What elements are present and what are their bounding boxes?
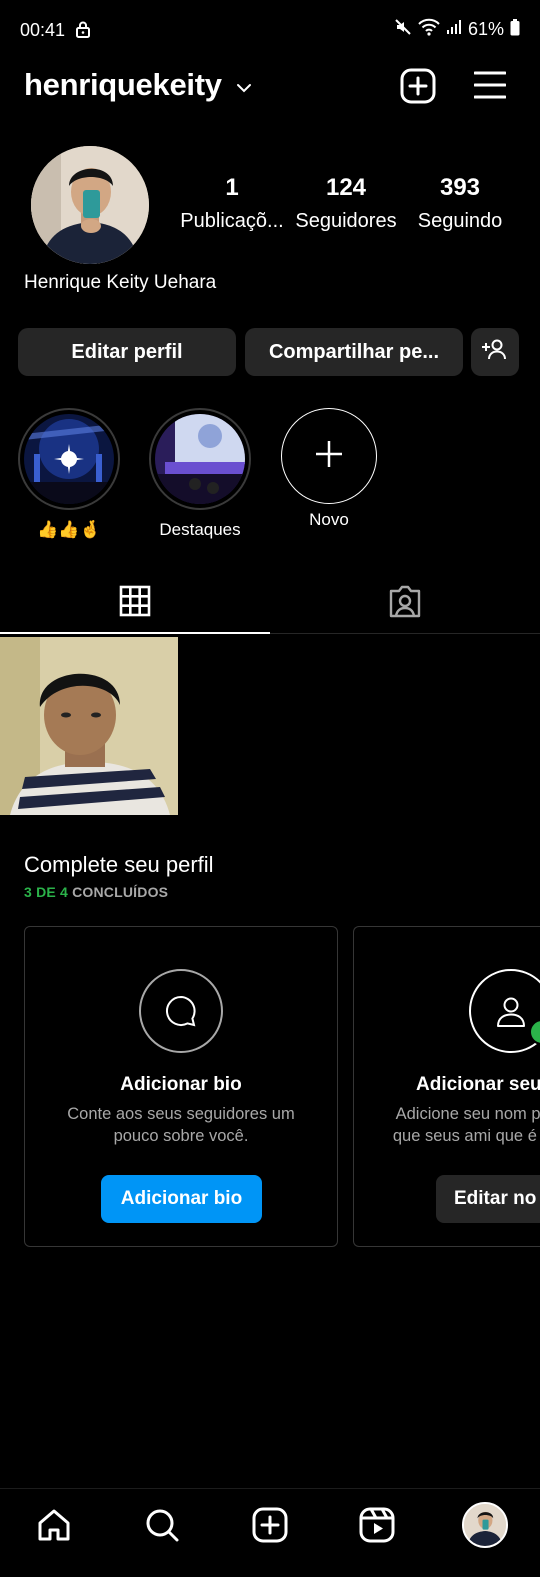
nav-profile-avatar[interactable] bbox=[462, 1502, 508, 1548]
highlight-ring bbox=[149, 408, 251, 510]
create-icon bbox=[252, 1507, 288, 1548]
complete-profile-progress: 3 DE 4 CONCLUÍDOS bbox=[24, 884, 168, 900]
new-highlight-circle bbox=[281, 408, 377, 504]
new-post-icon[interactable] bbox=[400, 68, 436, 109]
status-bar: 00:41 61% bbox=[0, 0, 540, 62]
add-person-icon bbox=[482, 338, 508, 366]
card-title: Adicionar seu bbox=[416, 1074, 540, 1095]
profile-avatar[interactable] bbox=[31, 146, 149, 264]
tab-tagged[interactable] bbox=[270, 572, 540, 634]
followers-count: 124 bbox=[325, 174, 367, 201]
new-highlight-button[interactable]: Novo bbox=[277, 408, 381, 530]
card-description: Adicione seu nom para que seus ami que é… bbox=[392, 1105, 540, 1145]
highlight-cover-stage bbox=[155, 414, 245, 504]
mute-icon bbox=[394, 18, 412, 41]
battery-text: 61% bbox=[467, 19, 504, 39]
active-tab-indicator bbox=[0, 632, 270, 634]
highlight-item[interactable]: Destaques bbox=[148, 408, 252, 540]
following-count: 393 bbox=[439, 174, 481, 201]
stat-following[interactable]: 393 Seguindo bbox=[414, 174, 506, 233]
highlight-label: Destaques bbox=[159, 520, 241, 539]
battery-icon bbox=[510, 18, 520, 41]
signal-icon bbox=[446, 19, 462, 40]
edit-name-button[interactable]: Editar no bbox=[436, 1175, 540, 1223]
profile-tabs bbox=[0, 572, 540, 634]
grid-icon bbox=[119, 585, 151, 622]
menu-icon[interactable] bbox=[473, 70, 507, 105]
tagged-person-icon bbox=[388, 584, 422, 623]
suggestion-card-bio: Adicionar bio Conte aos seus seguidores … bbox=[24, 926, 338, 1247]
progress-highlight: 3 DE 4 bbox=[24, 884, 68, 900]
nav-search[interactable] bbox=[142, 1507, 182, 1547]
edit-profile-button[interactable]: Editar perfil bbox=[18, 328, 236, 376]
profile-header: henriquekeity bbox=[0, 62, 540, 112]
highlight-label: Novo bbox=[309, 510, 349, 529]
home-icon bbox=[36, 1507, 72, 1548]
highlight-ring bbox=[18, 408, 120, 510]
stat-posts[interactable]: 1 Publicaçõ... bbox=[180, 174, 284, 233]
highlight-cover-concert bbox=[24, 414, 114, 504]
followers-label: Seguidores bbox=[295, 210, 397, 232]
tab-grid[interactable] bbox=[0, 572, 270, 634]
posts-label: Publicaçõ... bbox=[180, 210, 284, 232]
add-bio-button[interactable]: Adicionar bio bbox=[101, 1175, 262, 1223]
nav-create[interactable] bbox=[250, 1507, 290, 1547]
reels-icon bbox=[359, 1507, 395, 1548]
chat-bubble-icon bbox=[139, 969, 223, 1053]
status-time: 00:41 bbox=[20, 20, 66, 40]
user-icon bbox=[469, 969, 540, 1053]
nav-home[interactable] bbox=[34, 1507, 74, 1547]
chevron-down-icon[interactable] bbox=[236, 80, 252, 98]
highlight-item[interactable]: 👍👍🤞 bbox=[17, 408, 121, 540]
wifi-icon bbox=[418, 18, 440, 41]
suggestion-card-name: Adicionar seu Adicione seu nom para que … bbox=[353, 926, 540, 1247]
complete-profile-title: Complete seu perfil bbox=[24, 852, 214, 877]
lock-icon bbox=[76, 21, 90, 43]
full-name: Henrique Keity Uehara bbox=[24, 272, 217, 293]
share-profile-button[interactable]: Compartilhar pe... bbox=[245, 328, 463, 376]
progress-rest: CONCLUÍDOS bbox=[68, 884, 169, 900]
posts-count: 1 bbox=[225, 174, 239, 201]
bottom-nav bbox=[0, 1488, 540, 1577]
nav-reels[interactable] bbox=[357, 1507, 397, 1547]
following-label: Seguindo bbox=[417, 210, 503, 232]
card-description: Conte aos seus seguidores um pouco sobre… bbox=[67, 1105, 295, 1145]
post-thumbnail[interactable] bbox=[0, 637, 178, 815]
discover-people-button[interactable] bbox=[471, 328, 519, 376]
status-icons: 61% bbox=[394, 18, 520, 41]
card-title: Adicionar bio bbox=[120, 1074, 242, 1095]
search-icon bbox=[144, 1507, 180, 1548]
stat-followers[interactable]: 124 Seguidores bbox=[293, 174, 399, 233]
plus-icon bbox=[314, 439, 344, 474]
username[interactable]: henriquekeity bbox=[24, 67, 222, 103]
highlight-label: 👍👍🤞 bbox=[37, 520, 101, 539]
